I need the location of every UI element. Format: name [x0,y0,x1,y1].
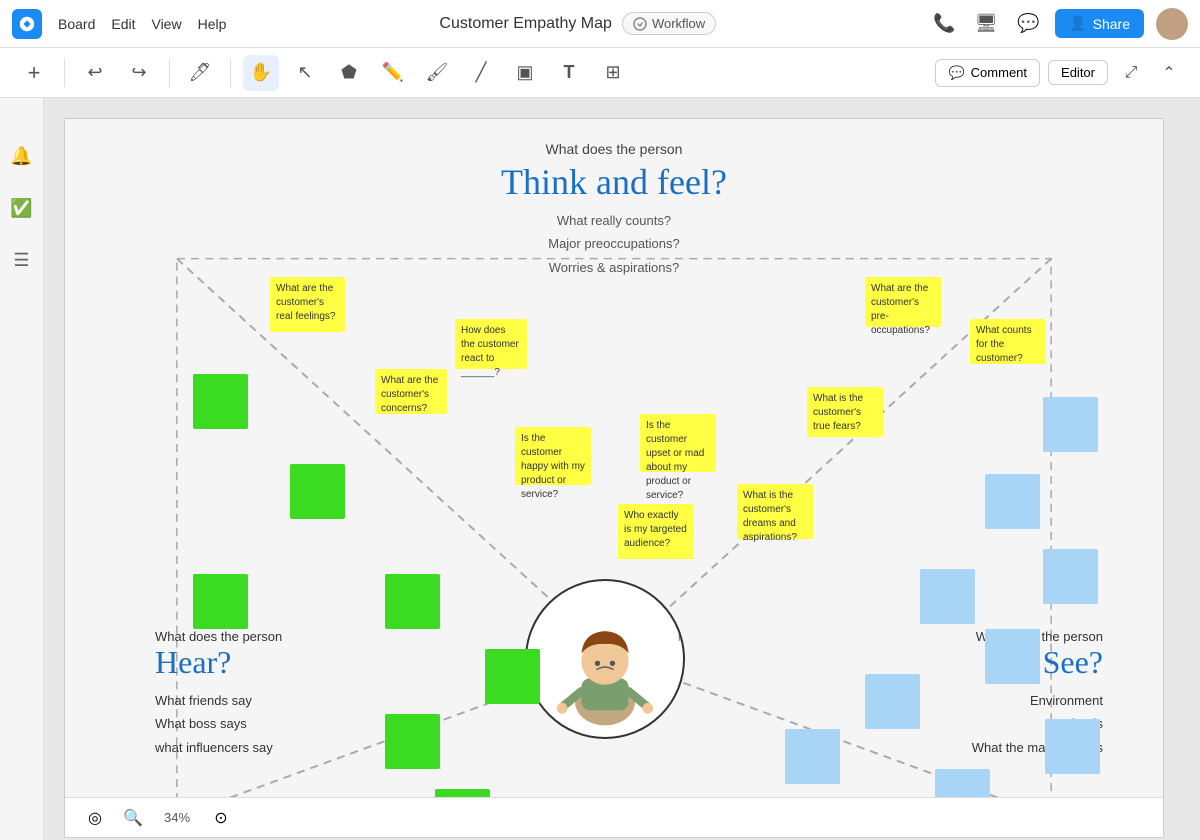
monitor-icon[interactable]: 🖥 [971,9,1001,39]
hear-title: Hear? [155,644,282,681]
user-avatar[interactable] [1156,8,1188,40]
green-note-6[interactable] [385,714,440,769]
zoom-level: 34% [157,810,197,825]
blue-note-4[interactable] [920,569,975,624]
blue-note-3[interactable] [1043,549,1098,604]
marker-tool-button[interactable]: 🖌 [419,55,455,91]
notification-icon[interactable]: 🔔 [4,138,40,174]
board-title: Customer Empathy Map [439,15,612,33]
sticky-note-3[interactable]: What are the customer's concerns? [375,369,447,414]
left-sidebar: 🔔 ✅ ☰ [0,98,44,840]
think-feel-sub: What really counts? Major preoccupations… [501,209,727,279]
hand-tool-button[interactable]: ✋ [243,55,279,91]
select-tool-button[interactable]: ↖ [287,55,323,91]
share-button[interactable]: 👤 Share [1055,9,1144,38]
blue-note-7[interactable] [785,729,840,784]
eraser-tool-button[interactable]: ⬟ [331,55,367,91]
hear-sub: What friends say What boss says what inf… [155,689,282,759]
blue-note-8[interactable] [1045,719,1100,774]
collapse-button[interactable]: ⌃ [1154,58,1184,88]
sticky-note-4[interactable]: Is the customer happy with my product or… [515,427,591,485]
format-painter-button[interactable]: 🖊 [182,55,218,91]
pen-tool-button[interactable]: ✏️ [375,55,411,91]
green-note-1[interactable] [193,374,248,429]
hear-header: What does the person [155,629,282,644]
editor-button[interactable]: Editor [1048,60,1108,85]
zoom-in-button[interactable]: 🔍 [119,804,147,832]
title-area: Customer Empathy Map Workflow [242,12,913,35]
think-feel-section: What does the person Think and feel? Wha… [501,141,727,279]
sticky-note-10[interactable]: What is the customer's true fears? [807,387,883,437]
blue-note-5[interactable] [985,629,1040,684]
redo-button[interactable]: ↪ [121,55,157,91]
sticky-note-1[interactable]: What are the customer's real feelings? [270,277,345,332]
toolbar-right: 💬 Comment Editor ⤢ ⌃ [935,58,1184,88]
sticky-note-8[interactable]: What are the customer's pre-occupations? [865,277,941,327]
comment-label: Comment [971,65,1027,80]
checkmark-icon[interactable]: ✅ [4,190,40,226]
separator-3 [230,59,231,87]
add-button[interactable]: + [16,55,52,91]
green-note-3[interactable] [193,574,248,629]
text-tool-button[interactable]: T [551,55,587,91]
menu-edit[interactable]: Edit [111,16,135,32]
table-tool-button[interactable]: ⊞ [595,55,631,91]
sticky-note-6[interactable]: Who exactly is my targeted audience? [618,504,694,559]
shape-tool-button[interactable]: ▣ [507,55,543,91]
separator-2 [169,59,170,87]
blue-note-2[interactable] [985,474,1040,529]
canvas-inner: What does the person Think and feel? Wha… [64,118,1164,838]
separator-1 [64,59,65,87]
sticky-note-2[interactable]: How does the customer react to ______? [455,319,527,369]
menu-bar: Board Edit View Help Customer Empathy Ma… [0,0,1200,48]
green-note-5[interactable] [485,649,540,704]
green-note-2[interactable] [290,464,345,519]
zoom-location-button[interactable]: ◎ [81,804,109,832]
empathy-map: What does the person Think and feel? Wha… [65,119,1163,837]
comment-icon: 💬 [948,65,964,81]
line-tool-button[interactable]: ╱ [463,55,499,91]
zoom-slider[interactable]: ⊙ [207,804,235,832]
canvas[interactable]: What does the person Think and feel? Wha… [44,98,1200,840]
hear-section: What does the person Hear? What friends … [155,629,282,759]
comment-button[interactable]: 💬 Comment [935,59,1040,87]
center-circle: Add a picture and name for your person h… [525,579,685,739]
sticky-note-7[interactable]: What is the customer's dreams and aspira… [737,484,813,539]
undo-button[interactable]: ↩ [77,55,113,91]
share-icon: 👤 [1069,15,1086,32]
menu-view[interactable]: View [151,16,181,32]
think-feel-title: Think and feel? [501,161,727,203]
sticky-note-9[interactable]: What counts for the customer? [970,319,1046,364]
menu-items: Board Edit View Help [58,16,226,32]
fullscreen-button[interactable]: ⤢ [1116,58,1146,88]
blue-note-6[interactable] [865,674,920,729]
menu-help[interactable]: Help [198,16,227,32]
right-actions: 📞 🖥 💬 👤 Share [929,8,1188,40]
bottom-bar: ◎ 🔍 34% ⊙ [65,797,1163,837]
menu-board[interactable]: Board [58,16,95,32]
canvas-area: 🔔 ✅ ☰ [0,98,1200,840]
phone-icon[interactable]: 📞 [929,9,959,39]
toolbar: + ↩ ↪ 🖊 ✋ ↖ ⬟ ✏️ 🖌 ╱ ▣ T ⊞ 💬 Comment Edi… [0,48,1200,98]
chat-icon[interactable]: 💬 [1013,9,1043,39]
blue-note-1[interactable] [1043,397,1098,452]
sticky-note-5[interactable]: Is the customer upset or mad about my pr… [640,414,716,472]
workflow-button[interactable]: Workflow [622,12,716,35]
green-note-4[interactable] [385,574,440,629]
think-feel-header-text: What does the person [501,141,727,157]
list-icon[interactable]: ☰ [4,242,40,278]
app-logo[interactable] [12,9,42,39]
